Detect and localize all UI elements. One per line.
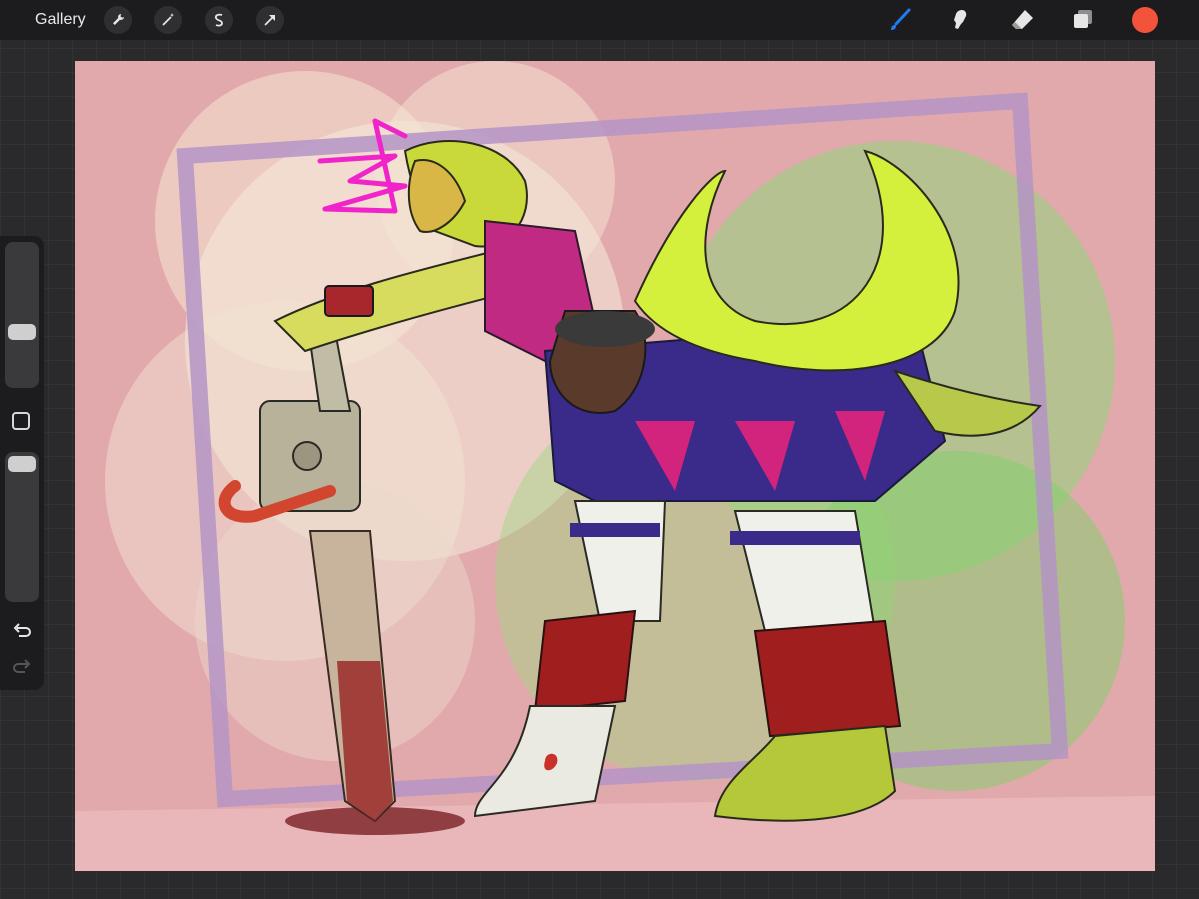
smudge-icon bbox=[954, 10, 967, 29]
transform-arrow-icon bbox=[264, 15, 275, 26]
selection-icon bbox=[214, 13, 223, 27]
adjustments-button[interactable] bbox=[154, 6, 182, 34]
eraser-tool-button[interactable] bbox=[1008, 6, 1036, 34]
wrench-icon bbox=[113, 14, 124, 25]
brush-size-slider[interactable] bbox=[5, 242, 39, 388]
eraser-icon bbox=[1012, 10, 1033, 29]
modify-button[interactable] bbox=[12, 412, 30, 430]
selection-button[interactable] bbox=[205, 6, 233, 34]
artwork bbox=[75, 61, 1155, 871]
magic-wand-icon bbox=[162, 13, 174, 26]
layers-button[interactable] bbox=[1069, 6, 1097, 34]
sidebar bbox=[0, 236, 44, 690]
color-picker-button[interactable] bbox=[1132, 7, 1158, 33]
smudge-tool-button[interactable] bbox=[946, 6, 974, 34]
gallery-button[interactable]: Gallery bbox=[35, 10, 86, 30]
brush-size-knob[interactable] bbox=[8, 324, 36, 340]
transform-button[interactable] bbox=[256, 6, 284, 34]
drawing-canvas[interactable] bbox=[75, 61, 1155, 871]
opacity-slider[interactable] bbox=[5, 452, 39, 602]
actions-button[interactable] bbox=[104, 6, 132, 34]
top-toolbar: Gallery bbox=[0, 0, 1199, 40]
undo-icon[interactable] bbox=[11, 620, 33, 642]
brush-icon bbox=[891, 8, 911, 30]
opacity-knob[interactable] bbox=[8, 456, 36, 472]
brush-tool-button[interactable] bbox=[886, 6, 914, 34]
layers-icon bbox=[1074, 10, 1092, 28]
redo-icon[interactable] bbox=[11, 656, 33, 678]
